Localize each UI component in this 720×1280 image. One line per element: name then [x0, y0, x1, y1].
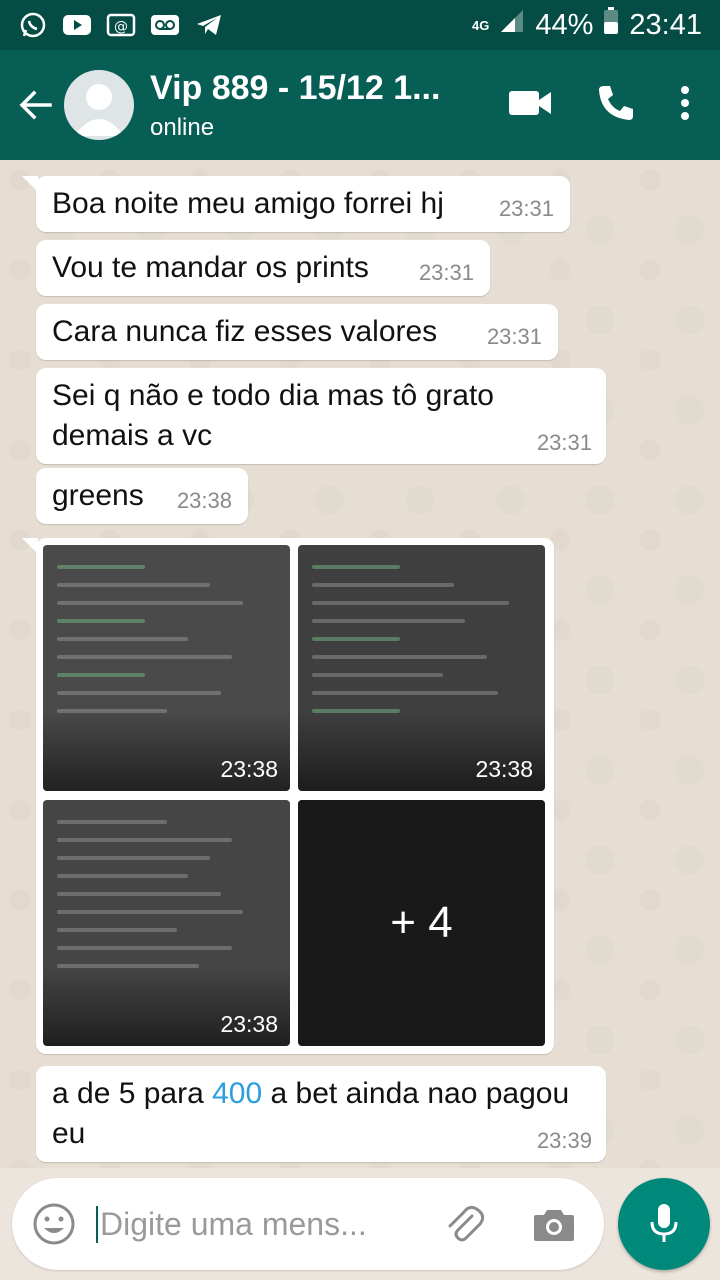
back-arrow-icon[interactable] [12, 81, 60, 129]
email-icon: @ [106, 12, 136, 38]
microphone-button[interactable] [618, 1178, 710, 1270]
contact-status: online [150, 113, 215, 141]
image-thumbnail[interactable]: 23:38 [298, 545, 545, 791]
system-status: 4G 44% 23:41 [472, 7, 702, 43]
message-text: Sei q não e todo dia mas tô grato demais… [52, 379, 494, 452]
contact-info[interactable]: Vip 889 - 15/12 1... online [150, 69, 470, 142]
person-icon [74, 84, 124, 136]
message-bubble[interactable]: greens 23:38 [36, 468, 248, 524]
status-bar: @ 4G 44% 23:41 [0, 0, 720, 50]
message-text: greens [52, 479, 144, 512]
message-time: 23:38 [176, 488, 232, 513]
emoji-icon[interactable] [30, 1200, 78, 1248]
network-type: 4G [472, 17, 490, 33]
contact-name: Vip 889 - 15/12 1... [150, 68, 441, 107]
notification-icons: @ [18, 12, 224, 38]
telegram-icon [194, 12, 224, 38]
message-time: 23:31 [536, 430, 592, 455]
battery-icon [603, 7, 619, 43]
message-time: 23:39 [536, 1128, 592, 1153]
clock: 23:41 [629, 8, 702, 41]
image-time: 23:38 [475, 756, 533, 782]
voicemail-icon [150, 12, 180, 38]
youtube-icon [62, 12, 92, 38]
message-time: 23:31 [418, 260, 474, 285]
message-time: 23:31 [498, 196, 554, 221]
camera-icon[interactable] [530, 1200, 578, 1248]
avatar[interactable] [64, 70, 134, 140]
microphone-icon [650, 1204, 678, 1242]
more-images-thumbnail[interactable]: + 4 [298, 800, 545, 1046]
signal-icon [499, 8, 525, 42]
message-bubble[interactable]: Sei q não e todo dia mas tô grato demais… [36, 368, 606, 464]
message-text: Vou te mandar os prints [52, 251, 369, 284]
video-call-icon[interactable] [508, 88, 552, 123]
message-bubble[interactable]: Boa noite meu amigo forrei hj 23:31 [22, 176, 570, 232]
message-composer [12, 1178, 604, 1270]
battery-percent: 44% [535, 8, 594, 41]
message-input[interactable] [96, 1205, 416, 1243]
message-text: Boa noite meu amigo forrei hj [52, 187, 444, 220]
message-time: 23:31 [486, 324, 542, 349]
more-options-icon[interactable] [680, 85, 690, 126]
highlighted-number-link[interactable]: 400 [212, 1077, 262, 1110]
more-images-count: + 4 [298, 800, 545, 1046]
phone-call-icon[interactable] [596, 83, 636, 128]
message-bubble[interactable]: a de 5 para 400 a bet ainda nao pagou eu… [36, 1066, 606, 1162]
header-actions [508, 83, 690, 128]
chat-area[interactable]: Boa noite meu amigo forrei hj 23:31 Vou … [0, 160, 720, 1168]
chat-header: Vip 889 - 15/12 1... online [0, 50, 720, 160]
whatsapp-icon [18, 12, 48, 38]
svg-text:@: @ [114, 19, 128, 35]
media-album[interactable]: 23:38 23:38 23:38 + 4 [22, 538, 554, 1054]
attach-paperclip-icon[interactable] [440, 1200, 488, 1248]
image-time: 23:38 [220, 756, 278, 782]
message-bubble[interactable]: Vou te mandar os prints 23:31 [36, 240, 490, 296]
message-text: a de 5 para 400 a bet ainda nao pagou eu [52, 1077, 570, 1150]
message-text: Cara nunca fiz esses valores [52, 315, 438, 348]
image-thumbnail[interactable]: 23:38 [43, 545, 290, 791]
message-bubble[interactable]: Cara nunca fiz esses valores 23:31 [36, 304, 558, 360]
image-time: 23:38 [220, 1011, 278, 1037]
image-thumbnail[interactable]: 23:38 [43, 800, 290, 1046]
